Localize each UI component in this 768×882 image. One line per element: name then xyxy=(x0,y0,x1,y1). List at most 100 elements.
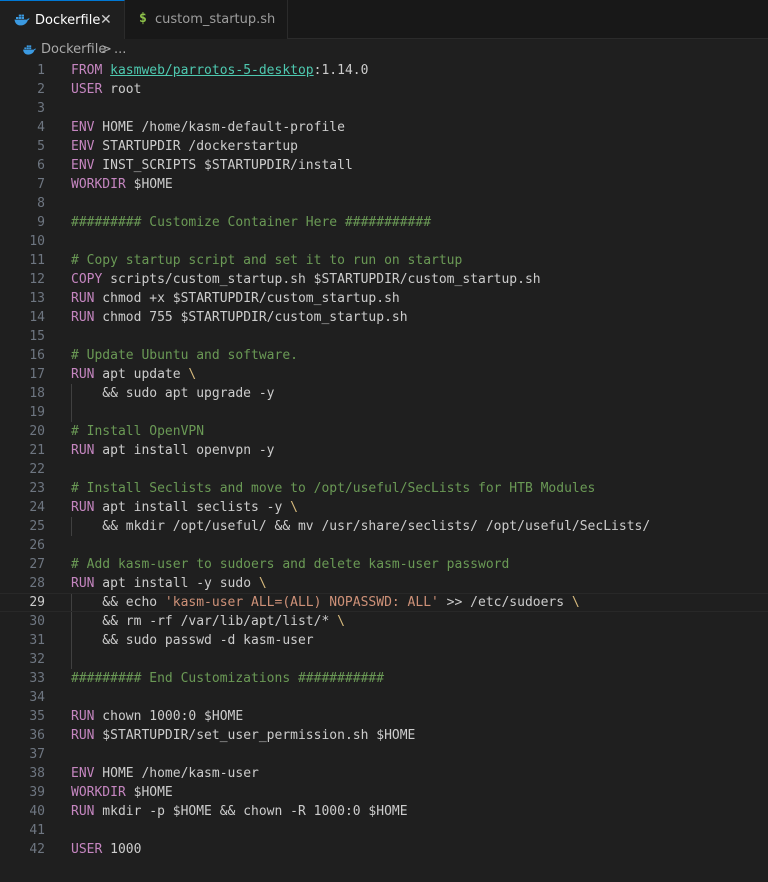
line-number: 33 xyxy=(29,671,45,686)
code-token: RUN xyxy=(71,709,95,724)
code-text: && mkdir /opt/useful/ && mv /usr/share/s… xyxy=(71,517,650,536)
code-line[interactable]: 38 ENV HOME /home/kasm-user xyxy=(0,764,768,783)
line-number: 15 xyxy=(29,329,45,344)
code-text: && sudo apt upgrade -y xyxy=(71,384,274,403)
code-line[interactable]: 29 && echo 'kasm-user ALL=(ALL) NOPASSWD… xyxy=(0,593,768,612)
code-line[interactable]: 34 xyxy=(0,688,768,707)
code-token: WORKDIR xyxy=(71,785,126,800)
line-number: 35 xyxy=(29,709,45,724)
code-token: && rm -rf /var/lib/apt/list/* xyxy=(71,614,338,629)
code-line[interactable]: 37 xyxy=(0,745,768,764)
code-line[interactable]: 20 # Install OpenVPN xyxy=(0,422,768,441)
code-line[interactable]: 41 xyxy=(0,821,768,840)
line-number: 38 xyxy=(29,766,45,781)
code-line[interactable]: 35 RUN chown 1000:0 $HOME xyxy=(0,707,768,726)
line-number: 25 xyxy=(29,519,45,534)
line-number: 1 xyxy=(37,63,45,78)
line-number: 34 xyxy=(29,690,45,705)
code-line[interactable]: 23 # Install Seclists and move to /opt/us… xyxy=(0,479,768,498)
code-line[interactable]: 27 # Add kasm-user to sudoers and delete … xyxy=(0,555,768,574)
code-line[interactable]: 3 xyxy=(0,99,768,118)
code-token: # Update Ubuntu and software. xyxy=(71,348,298,363)
code-token: \ xyxy=(571,595,580,610)
code-token: INST_SCRIPTS $STARTUPDIR/install xyxy=(94,158,353,173)
code-token: ENV xyxy=(71,766,95,781)
code-line[interactable]: 22 xyxy=(0,460,768,479)
code-token: kasmweb/parrotos-5-desktop xyxy=(110,63,314,78)
code-text: USER root xyxy=(71,80,141,99)
code-line[interactable]: 28 RUN apt install -y sudo \ xyxy=(0,574,768,593)
breadcrumb-file[interactable]: Dockerfile xyxy=(41,42,106,58)
code-line[interactable]: 30 && rm -rf /var/lib/apt/list/* \ xyxy=(0,612,768,631)
code-token: :1.14.0 xyxy=(313,63,369,78)
code-line[interactable]: 40 RUN mkdir -p $HOME && chown -R 1000:0 … xyxy=(0,802,768,821)
line-number: 20 xyxy=(29,424,45,439)
code-text: FROM kasmweb/parrotos-5-desktop:1.14.0 xyxy=(71,61,368,80)
code-line[interactable]: 10 xyxy=(0,232,768,251)
code-line[interactable]: 7 WORKDIR $HOME xyxy=(0,175,768,194)
tab-dockerfile[interactable]: Dockerfile ✕ xyxy=(0,0,125,39)
code-line[interactable]: 16 # Update Ubuntu and software. xyxy=(0,346,768,365)
code-line[interactable]: 8 xyxy=(0,194,768,213)
code-line[interactable]: 21 RUN apt install openvpn -y xyxy=(0,441,768,460)
code-line[interactable]: 39 WORKDIR $HOME xyxy=(0,783,768,802)
code-line[interactable]: 13 RUN chmod +x $STARTUPDIR/custom_startu… xyxy=(0,289,768,308)
code-line[interactable]: 15 xyxy=(0,327,768,346)
code-token: chown 1000:0 $HOME xyxy=(94,709,244,724)
code-line[interactable]: 12 COPY scripts/custom_startup.sh $STARTU… xyxy=(0,270,768,289)
code-text: RUN apt install -y sudo \ xyxy=(71,574,267,593)
code-line[interactable]: 33 ######### End Customizations #########… xyxy=(0,669,768,688)
code-token: STARTUPDIR /dockerstartup xyxy=(94,139,298,154)
code-line[interactable]: 11 # Copy startup script and set it to ru… xyxy=(0,251,768,270)
line-number: 17 xyxy=(29,367,45,382)
line-number: 4 xyxy=(37,120,45,135)
code-line[interactable]: 31 && sudo passwd -d kasm-user xyxy=(0,631,768,650)
code-line[interactable]: 19 xyxy=(0,403,768,422)
tab-custom-startup[interactable]: $ custom_startup.sh xyxy=(125,0,288,39)
breadcrumb-more[interactable]: ... xyxy=(114,42,126,58)
code-line[interactable]: 6 ENV INST_SCRIPTS $STARTUPDIR/install xyxy=(0,156,768,175)
code-token: RUN xyxy=(71,728,95,743)
code-editor[interactable]: 1 FROM kasmweb/parrotos-5-desktop:1.14.0 2… xyxy=(0,61,768,882)
code-line[interactable]: 18 && sudo apt upgrade -y xyxy=(0,384,768,403)
code-line[interactable]: 36 RUN $STARTUPDIR/set_user_permission.sh… xyxy=(0,726,768,745)
line-number: 21 xyxy=(29,443,45,458)
code-token: mkdir -p $HOME && chown -R 1000:0 $HOME xyxy=(94,804,408,819)
code-line[interactable]: 24 RUN apt install seclists -y \ xyxy=(0,498,768,517)
line-number: 12 xyxy=(29,272,45,287)
code-line[interactable]: 2 USER root xyxy=(0,80,768,99)
code-token: RUN xyxy=(71,310,95,325)
line-number: 18 xyxy=(29,386,45,401)
code-line[interactable]: 5 ENV STARTUPDIR /dockerstartup xyxy=(0,137,768,156)
code-line[interactable]: 32 xyxy=(0,650,768,669)
code-token: root xyxy=(102,82,142,97)
code-line[interactable]: 17 RUN apt update \ xyxy=(0,365,768,384)
code-line[interactable]: 4 ENV HOME /home/kasm-default-profile xyxy=(0,118,768,137)
code-token: HOME /home/kasm-default-profile xyxy=(94,120,345,135)
code-token: RUN xyxy=(71,443,95,458)
code-line[interactable]: 42 USER 1000 xyxy=(0,840,768,859)
code-text: ######### End Customizations ########### xyxy=(71,669,384,688)
code-token: 1000 xyxy=(102,842,142,857)
code-line[interactable]: 14 RUN chmod 755 $STARTUPDIR/custom_start… xyxy=(0,308,768,327)
line-number: 23 xyxy=(29,481,45,496)
code-text: # Add kasm-user to sudoers and delete ka… xyxy=(71,555,509,574)
line-number: 10 xyxy=(29,234,45,249)
code-text: # Copy startup script and set it to run … xyxy=(71,251,462,270)
code-token: chmod 755 $STARTUPDIR/custom_startup.sh xyxy=(94,310,408,325)
code-text: WORKDIR $HOME xyxy=(71,175,173,194)
code-token: HOME /home/kasm-user xyxy=(94,766,259,781)
code-line[interactable]: 25 && mkdir /opt/useful/ && mv /usr/shar… xyxy=(0,517,768,536)
line-number: 39 xyxy=(29,785,45,800)
code-token: # Add kasm-user to sudoers and delete ka… xyxy=(71,557,510,572)
code-token: >> /etc/sudoers xyxy=(438,595,572,610)
close-icon[interactable]: ✕ xyxy=(100,12,112,28)
code-token: ENV xyxy=(71,139,95,154)
line-number: 3 xyxy=(37,101,45,116)
code-token: 'kasm-user ALL=(ALL) NOPASSWD: ALL' xyxy=(164,595,439,610)
code-line[interactable]: 1 FROM kasmweb/parrotos-5-desktop:1.14.0 xyxy=(0,61,768,80)
code-line[interactable]: 26 xyxy=(0,536,768,555)
code-token: apt install openvpn -y xyxy=(94,443,275,458)
line-number: 11 xyxy=(29,253,45,268)
code-line[interactable]: 9 ######### Customize Container Here ####… xyxy=(0,213,768,232)
